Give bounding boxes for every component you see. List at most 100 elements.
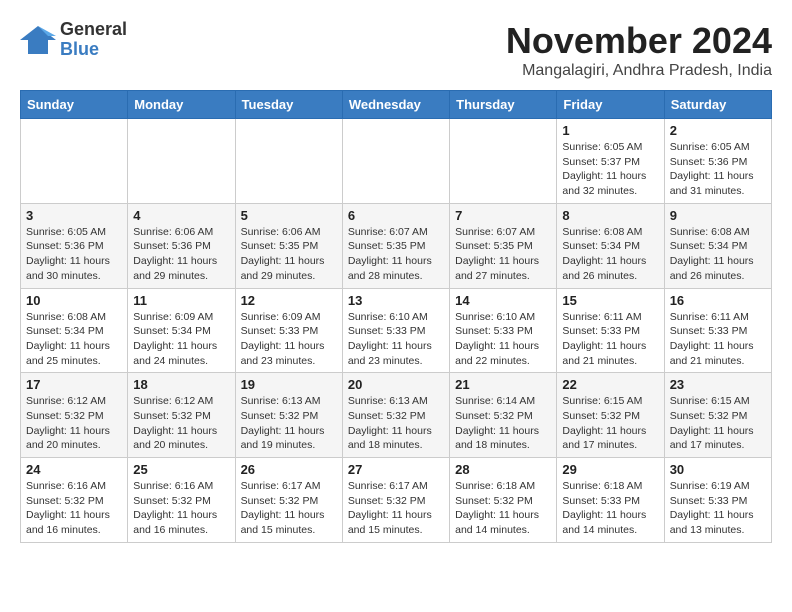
day-number: 11 xyxy=(133,293,229,308)
calendar-cell: 4 Sunrise: 6:06 AM Sunset: 5:36 PM Daylig… xyxy=(128,203,235,288)
day-info: Sunrise: 6:18 AM Sunset: 5:33 PM Dayligh… xyxy=(562,479,658,538)
day-number: 4 xyxy=(133,208,229,223)
day-number: 2 xyxy=(670,123,766,138)
weekday-header-cell: Sunday xyxy=(21,91,128,119)
day-number: 27 xyxy=(348,462,444,477)
calendar-cell: 19 Sunrise: 6:13 AM Sunset: 5:32 PM Dayli… xyxy=(235,373,342,458)
weekday-header-cell: Wednesday xyxy=(342,91,449,119)
day-info: Sunrise: 6:05 AM Sunset: 5:37 PM Dayligh… xyxy=(562,140,658,199)
day-info: Sunrise: 6:13 AM Sunset: 5:32 PM Dayligh… xyxy=(348,394,444,453)
calendar-cell: 21 Sunrise: 6:14 AM Sunset: 5:32 PM Dayli… xyxy=(450,373,557,458)
calendar-week-row: 10 Sunrise: 6:08 AM Sunset: 5:34 PM Dayli… xyxy=(21,288,772,373)
weekday-header-cell: Thursday xyxy=(450,91,557,119)
day-info: Sunrise: 6:08 AM Sunset: 5:34 PM Dayligh… xyxy=(670,225,766,284)
day-info: Sunrise: 6:05 AM Sunset: 5:36 PM Dayligh… xyxy=(26,225,122,284)
day-number: 20 xyxy=(348,377,444,392)
calendar-cell: 11Sunrise: 6:09 AM Sunset: 5:34 PM Dayli… xyxy=(128,288,235,373)
calendar-cell: 26 Sunrise: 6:17 AM Sunset: 5:32 PM Dayli… xyxy=(235,458,342,543)
day-info: Sunrise: 6:14 AM Sunset: 5:32 PM Dayligh… xyxy=(455,394,551,453)
logo: General Blue xyxy=(20,20,127,60)
weekday-header-row: SundayMondayTuesdayWednesdayThursdayFrid… xyxy=(21,91,772,119)
weekday-header-cell: Tuesday xyxy=(235,91,342,119)
calendar-cell: 3 Sunrise: 6:05 AM Sunset: 5:36 PM Daylig… xyxy=(21,203,128,288)
calendar-cell: 17 Sunrise: 6:12 AM Sunset: 5:32 PM Dayli… xyxy=(21,373,128,458)
calendar-cell xyxy=(128,119,235,204)
day-number: 3 xyxy=(26,208,122,223)
calendar-cell: 20 Sunrise: 6:13 AM Sunset: 5:32 PM Dayli… xyxy=(342,373,449,458)
calendar-cell: 7 Sunrise: 6:07 AM Sunset: 5:35 PM Daylig… xyxy=(450,203,557,288)
calendar-cell: 16 Sunrise: 6:11 AM Sunset: 5:33 PM Dayli… xyxy=(664,288,771,373)
calendar-cell: 1Sunrise: 6:05 AM Sunset: 5:37 PM Daylig… xyxy=(557,119,664,204)
calendar-cell: 24Sunrise: 6:16 AM Sunset: 5:32 PM Dayli… xyxy=(21,458,128,543)
day-info: Sunrise: 6:16 AM Sunset: 5:32 PM Dayligh… xyxy=(133,479,229,538)
day-number: 19 xyxy=(241,377,337,392)
calendar-cell xyxy=(21,119,128,204)
day-info: Sunrise: 6:07 AM Sunset: 5:35 PM Dayligh… xyxy=(455,225,551,284)
day-number: 25 xyxy=(133,462,229,477)
day-number: 6 xyxy=(348,208,444,223)
day-number: 15 xyxy=(562,293,658,308)
day-info: Sunrise: 6:15 AM Sunset: 5:32 PM Dayligh… xyxy=(562,394,658,453)
calendar-cell: 25 Sunrise: 6:16 AM Sunset: 5:32 PM Dayli… xyxy=(128,458,235,543)
day-number: 18 xyxy=(133,377,229,392)
calendar-cell: 13 Sunrise: 6:10 AM Sunset: 5:33 PM Dayli… xyxy=(342,288,449,373)
calendar-cell: 10 Sunrise: 6:08 AM Sunset: 5:34 PM Dayli… xyxy=(21,288,128,373)
logo-bird-icon xyxy=(20,22,56,58)
day-number: 13 xyxy=(348,293,444,308)
day-info: Sunrise: 6:06 AM Sunset: 5:36 PM Dayligh… xyxy=(133,225,229,284)
day-info: Sunrise: 6:12 AM Sunset: 5:32 PM Dayligh… xyxy=(26,394,122,453)
day-info: Sunrise: 6:08 AM Sunset: 5:34 PM Dayligh… xyxy=(26,310,122,369)
calendar-cell: 14Sunrise: 6:10 AM Sunset: 5:33 PM Dayli… xyxy=(450,288,557,373)
day-info: Sunrise: 6:12 AM Sunset: 5:32 PM Dayligh… xyxy=(133,394,229,453)
weekday-header-cell: Saturday xyxy=(664,91,771,119)
calendar-cell: 8Sunrise: 6:08 AM Sunset: 5:34 PM Daylig… xyxy=(557,203,664,288)
day-info: Sunrise: 6:05 AM Sunset: 5:36 PM Dayligh… xyxy=(670,140,766,199)
day-number: 21 xyxy=(455,377,551,392)
calendar-cell: 18 Sunrise: 6:12 AM Sunset: 5:32 PM Dayli… xyxy=(128,373,235,458)
calendar-cell: 29Sunrise: 6:18 AM Sunset: 5:33 PM Dayli… xyxy=(557,458,664,543)
calendar-cell xyxy=(342,119,449,204)
day-info: Sunrise: 6:09 AM Sunset: 5:33 PM Dayligh… xyxy=(241,310,337,369)
day-number: 7 xyxy=(455,208,551,223)
day-info: Sunrise: 6:17 AM Sunset: 5:32 PM Dayligh… xyxy=(241,479,337,538)
day-number: 22 xyxy=(562,377,658,392)
calendar-cell: 28 Sunrise: 6:18 AM Sunset: 5:32 PM Dayli… xyxy=(450,458,557,543)
day-info: Sunrise: 6:18 AM Sunset: 5:32 PM Dayligh… xyxy=(455,479,551,538)
calendar-cell: 5 Sunrise: 6:06 AM Sunset: 5:35 PM Daylig… xyxy=(235,203,342,288)
day-info: Sunrise: 6:13 AM Sunset: 5:32 PM Dayligh… xyxy=(241,394,337,453)
day-info: Sunrise: 6:16 AM Sunset: 5:32 PM Dayligh… xyxy=(26,479,122,538)
logo-line2: Blue xyxy=(60,40,127,60)
day-number: 16 xyxy=(670,293,766,308)
day-number: 17 xyxy=(26,377,122,392)
day-number: 28 xyxy=(455,462,551,477)
day-info: Sunrise: 6:17 AM Sunset: 5:32 PM Dayligh… xyxy=(348,479,444,538)
location-title: Mangalagiri, Andhra Pradesh, India xyxy=(506,62,772,80)
header: General Blue November 2024 Mangalagiri, … xyxy=(20,20,772,80)
day-info: Sunrise: 6:10 AM Sunset: 5:33 PM Dayligh… xyxy=(348,310,444,369)
day-number: 26 xyxy=(241,462,337,477)
day-number: 10 xyxy=(26,293,122,308)
day-number: 23 xyxy=(670,377,766,392)
weekday-header-cell: Monday xyxy=(128,91,235,119)
day-number: 5 xyxy=(241,208,337,223)
logo-line1: General xyxy=(60,20,127,40)
day-info: Sunrise: 6:10 AM Sunset: 5:33 PM Dayligh… xyxy=(455,310,551,369)
day-info: Sunrise: 6:06 AM Sunset: 5:35 PM Dayligh… xyxy=(241,225,337,284)
day-info: Sunrise: 6:07 AM Sunset: 5:35 PM Dayligh… xyxy=(348,225,444,284)
day-number: 30 xyxy=(670,462,766,477)
calendar-week-row: 24Sunrise: 6:16 AM Sunset: 5:32 PM Dayli… xyxy=(21,458,772,543)
calendar-cell: 15 Sunrise: 6:11 AM Sunset: 5:33 PM Dayli… xyxy=(557,288,664,373)
day-info: Sunrise: 6:08 AM Sunset: 5:34 PM Dayligh… xyxy=(562,225,658,284)
day-number: 9 xyxy=(670,208,766,223)
calendar-cell: 22 Sunrise: 6:15 AM Sunset: 5:32 PM Dayli… xyxy=(557,373,664,458)
calendar-cell: 9 Sunrise: 6:08 AM Sunset: 5:34 PM Daylig… xyxy=(664,203,771,288)
weekday-header-cell: Friday xyxy=(557,91,664,119)
day-info: Sunrise: 6:11 AM Sunset: 5:33 PM Dayligh… xyxy=(562,310,658,369)
calendar-cell: 2 Sunrise: 6:05 AM Sunset: 5:36 PM Daylig… xyxy=(664,119,771,204)
calendar-body: 1Sunrise: 6:05 AM Sunset: 5:37 PM Daylig… xyxy=(21,119,772,543)
day-info: Sunrise: 6:19 AM Sunset: 5:33 PM Dayligh… xyxy=(670,479,766,538)
calendar-week-row: 1Sunrise: 6:05 AM Sunset: 5:37 PM Daylig… xyxy=(21,119,772,204)
day-info: Sunrise: 6:11 AM Sunset: 5:33 PM Dayligh… xyxy=(670,310,766,369)
calendar-cell: 6 Sunrise: 6:07 AM Sunset: 5:35 PM Daylig… xyxy=(342,203,449,288)
calendar-week-row: 17 Sunrise: 6:12 AM Sunset: 5:32 PM Dayli… xyxy=(21,373,772,458)
